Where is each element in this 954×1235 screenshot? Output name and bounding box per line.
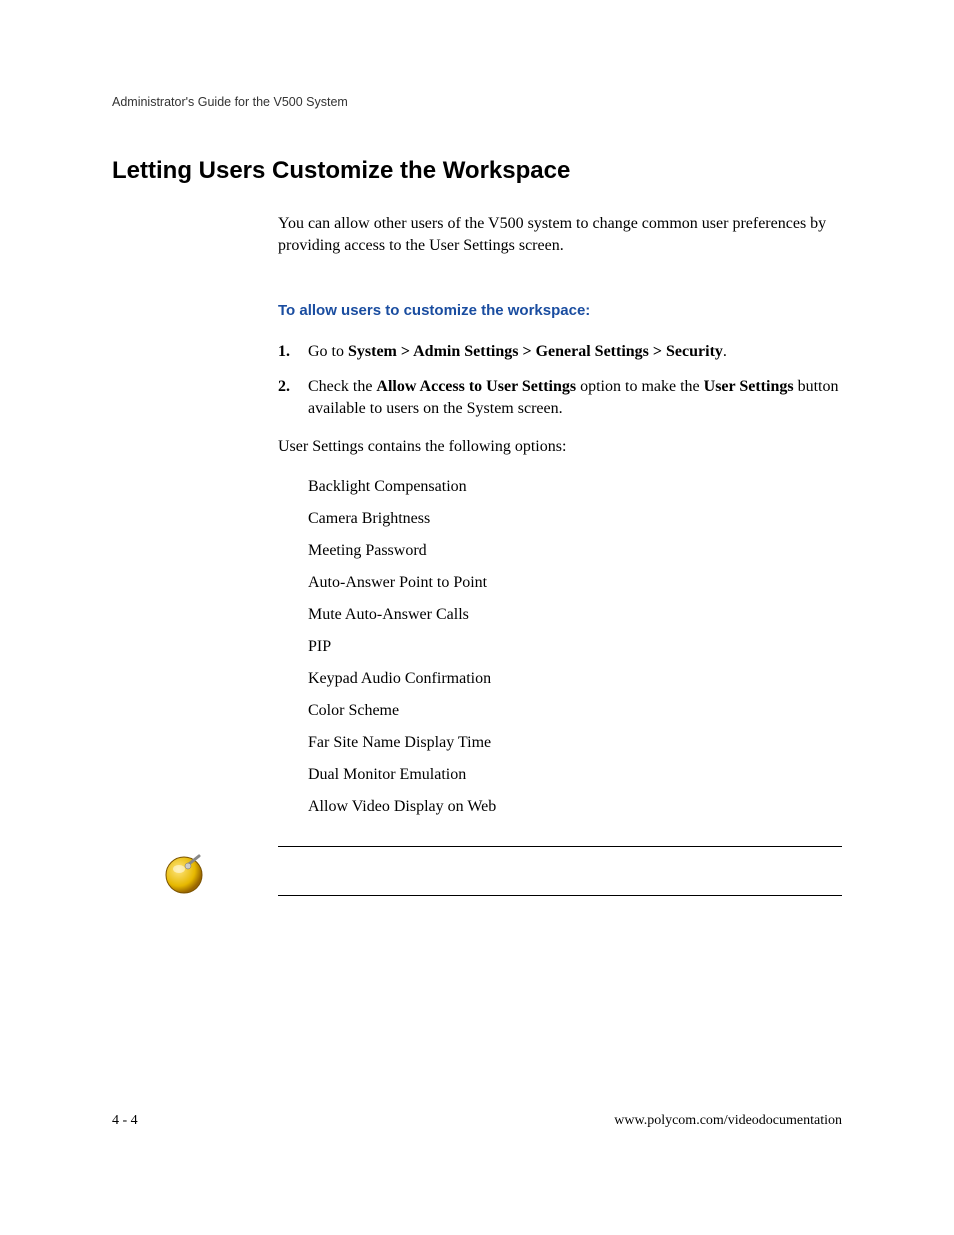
page-number: 4 - 4 [112, 1113, 138, 1129]
step-text: Check the Allow Access to User Settings … [308, 376, 842, 419]
step-bold-option: Allow Access to User Settings [376, 378, 576, 395]
task-heading: To allow users to customize the workspac… [278, 302, 842, 319]
footer-url: www.polycom.com/videodocumentation [614, 1113, 842, 1129]
list-item: Meeting Password [308, 542, 842, 560]
section-heading: Letting Users Customize the Workspace [112, 157, 842, 185]
body-content: You can allow other users of the V500 sy… [278, 213, 842, 816]
intro-paragraph: You can allow other users of the V500 sy… [278, 213, 842, 258]
step-bold-path: System > Admin Settings > General Settin… [348, 343, 723, 360]
list-item: Camera Brightness [308, 510, 842, 528]
list-item: Backlight Compensation [308, 478, 842, 496]
list-item: PIP [308, 638, 842, 656]
options-intro: User Settings contains the following opt… [278, 438, 842, 456]
options-list: Backlight Compensation Camera Brightness… [308, 478, 842, 816]
list-item: Mute Auto-Answer Calls [308, 606, 842, 624]
step-text-fragment: . [723, 343, 727, 360]
list-item: Keypad Audio Confirmation [308, 670, 842, 688]
list-item: Allow Video Display on Web [308, 798, 842, 816]
step-text-fragment: Go to [308, 343, 348, 360]
running-header: Administrator's Guide for the V500 Syste… [112, 95, 842, 109]
step-text-fragment: option to make the [576, 378, 704, 395]
list-item: Color Scheme [308, 702, 842, 720]
step-list: 1. Go to System > Admin Settings > Gener… [278, 341, 842, 420]
pin-icon [163, 854, 205, 896]
list-item: Dual Monitor Emulation [308, 766, 842, 784]
step-item: 2. Check the Allow Access to User Settin… [278, 376, 842, 419]
note-block [278, 846, 842, 896]
step-number: 2. [278, 376, 308, 419]
step-number: 1. [278, 341, 308, 363]
document-page: Administrator's Guide for the V500 Syste… [0, 0, 954, 1235]
note-icon [163, 854, 205, 901]
divider [278, 895, 842, 896]
page-footer: 4 - 4 www.polycom.com/videodocumentation [112, 1113, 842, 1129]
step-bold-option: User Settings [704, 378, 794, 395]
step-text-fragment: Check the [308, 378, 376, 395]
step-text: Go to System > Admin Settings > General … [308, 341, 727, 363]
list-item: Auto-Answer Point to Point [308, 574, 842, 592]
list-item: Far Site Name Display Time [308, 734, 842, 752]
step-item: 1. Go to System > Admin Settings > Gener… [278, 341, 842, 363]
